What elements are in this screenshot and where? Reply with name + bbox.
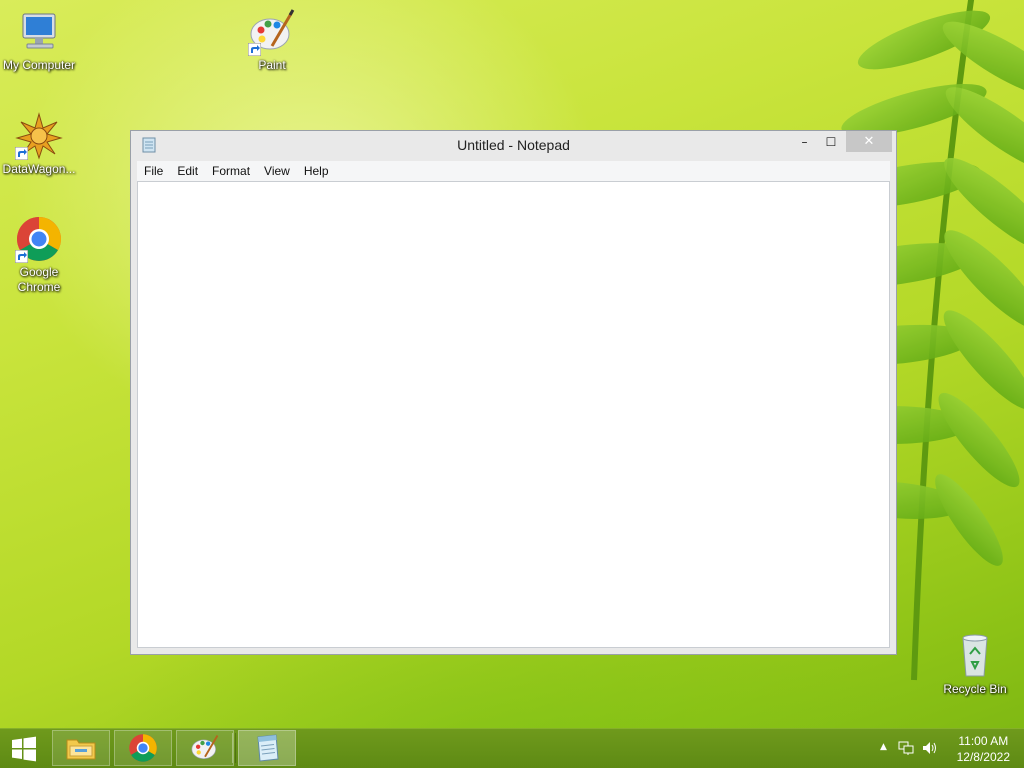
taskbar-paint-button[interactable] — [176, 730, 234, 766]
show-hidden-icons-chevron-icon[interactable]: ▲ — [880, 742, 887, 752]
desktop-icon-my-computer[interactable]: My Computer — [0, 8, 81, 73]
taskbar: ▲ 11:00 AM 12/8/2022 — [0, 728, 1024, 768]
minimize-icon: – — [801, 134, 808, 149]
maximize-icon: ☐ — [825, 134, 837, 149]
network-icon[interactable] — [898, 741, 914, 758]
taskbar-notepad-button[interactable] — [238, 730, 296, 766]
desktop-icon-recycle-bin[interactable]: Recycle Bin — [933, 632, 1017, 697]
desktop[interactable]: My Computer Paint DataWagon... Google Ch… — [0, 0, 1024, 768]
taskbar-chrome-button[interactable] — [114, 730, 172, 766]
desktop-icon-paint[interactable]: Paint — [230, 8, 314, 73]
clock-date: 12/8/2022 — [956, 750, 1010, 764]
desktop-icon-label: My Computer — [2, 58, 76, 72]
chrome-icon — [129, 734, 157, 762]
menu-view[interactable]: View — [257, 164, 297, 178]
desktop-icon-google-chrome[interactable]: Google Chrome — [0, 215, 81, 295]
close-button[interactable]: ✕ — [846, 131, 892, 152]
minimize-button[interactable]: – — [791, 131, 818, 152]
start-button[interactable] — [0, 729, 48, 768]
text-editor-area[interactable] — [137, 181, 890, 648]
volume-icon[interactable] — [922, 741, 938, 758]
notepad-window[interactable]: Untitled - Notepad – ☐ ✕ File Edit Forma… — [130, 130, 897, 655]
menu-file[interactable]: File — [137, 164, 170, 178]
taskbar-clock[interactable]: 11:00 AM 12/8/2022 — [957, 733, 1010, 765]
menu-bar: File Edit Format View Help — [137, 161, 890, 181]
file-explorer-icon — [66, 739, 96, 760]
system-tray: ▲ 11:00 AM 12/8/2022 — [864, 729, 1024, 768]
window-title: Untitled - Notepad — [457, 137, 570, 153]
paint-palette-icon — [191, 735, 219, 759]
desktop-icon-label: Google Chrome — [17, 265, 61, 294]
chrome-icon — [15, 215, 63, 263]
menu-format[interactable]: Format — [205, 164, 257, 178]
title-bar[interactable]: Untitled - Notepad – ☐ ✕ — [131, 131, 896, 161]
shortcut-arrow-icon — [248, 43, 261, 56]
shortcut-arrow-icon — [15, 147, 28, 160]
windows-logo-icon — [12, 736, 36, 761]
shortcut-arrow-icon — [15, 250, 28, 263]
taskbar-separator — [232, 733, 236, 763]
text-editor-input[interactable] — [138, 182, 889, 647]
datawagon-icon — [15, 112, 63, 160]
notepad-icon — [257, 734, 279, 762]
desktop-icon-label: Recycle Bin — [943, 682, 1007, 696]
paint-palette-icon — [248, 8, 296, 56]
desktop-icon-datawagon[interactable]: DataWagon... — [0, 112, 81, 177]
recycle-bin-icon — [951, 632, 999, 680]
menu-help[interactable]: Help — [297, 164, 336, 178]
maximize-button[interactable]: ☐ — [818, 131, 844, 152]
desktop-icon-label: DataWagon... — [2, 162, 76, 176]
menu-edit[interactable]: Edit — [170, 164, 205, 178]
computer-icon — [15, 8, 63, 56]
taskbar-file-explorer-button[interactable] — [52, 730, 110, 766]
desktop-icon-label: Paint — [258, 58, 286, 72]
close-icon: ✕ — [863, 134, 875, 149]
clock-time: 11:00 AM — [958, 734, 1009, 748]
